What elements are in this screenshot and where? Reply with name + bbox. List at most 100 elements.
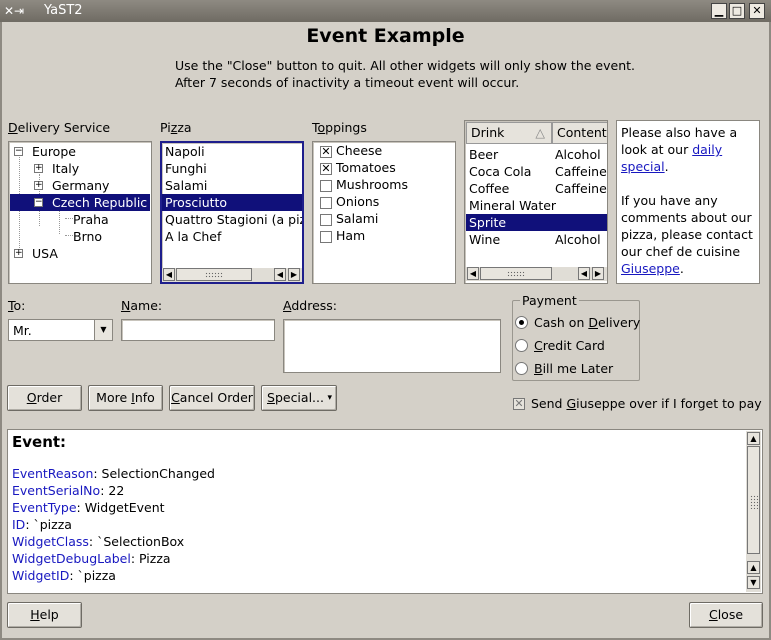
table-cell[interactable]: Caffeine [555, 180, 607, 197]
event-field: WidgetID: `pizza [12, 568, 116, 583]
checkbox-icon[interactable] [320, 197, 332, 209]
event-output: Event: EventReason: SelectionChanged Eve… [7, 429, 763, 594]
tree-item-brno[interactable]: Brno [73, 228, 102, 245]
window-menu-icon[interactable]: ✕⇥ [4, 2, 40, 20]
table-cell[interactable]: Mineral Water [469, 197, 556, 214]
collapse-icon[interactable]: − [34, 198, 43, 207]
scroll-left-icon[interactable]: ◀ [578, 267, 590, 280]
checkbox-checked-icon[interactable]: ✕ [320, 163, 332, 175]
radio-icon[interactable] [515, 362, 528, 375]
topping-label: Mushrooms [336, 177, 408, 192]
description-line-1: Use the "Close" button to quit. All othe… [175, 58, 635, 73]
name-label: Name: [121, 298, 163, 313]
collapse-icon[interactable]: − [14, 147, 23, 156]
topping-label: Cheese [336, 143, 383, 158]
checkbox-icon[interactable] [320, 180, 332, 192]
topping-label: Onions [336, 194, 380, 209]
checkbox-label: Send Giuseppe over if I forget to pay [531, 396, 762, 411]
tree-item-czech-republic[interactable]: − Czech Republic [10, 194, 150, 211]
tree-item-italy[interactable]: Italy [52, 160, 79, 177]
list-item[interactable]: Funghi [165, 160, 207, 177]
dropdown-arrow-icon[interactable]: ▼ [94, 320, 112, 340]
scroll-down-icon[interactable]: ▼ [747, 576, 760, 589]
scroll-right-icon[interactable]: ▶ [592, 267, 604, 280]
order-button[interactable]: Order [7, 385, 82, 411]
checkbox-checked-icon[interactable]: ✕ [320, 146, 332, 158]
name-input[interactable] [121, 319, 275, 341]
list-item[interactable]: Quattro Stagioni (a pizza [165, 211, 302, 228]
to-value: Mr. [13, 323, 32, 338]
table-cell[interactable]: Beer [469, 146, 498, 163]
drinks-table[interactable]: Drink △ Contents Beer Alcohol Coca Cola … [464, 120, 608, 284]
more-info-button[interactable]: More Info [88, 385, 163, 411]
tree-item-usa[interactable]: USA [32, 245, 58, 262]
list-item-selected[interactable]: Prosciutto [162, 194, 302, 211]
scrollbar-thumb[interactable] [480, 267, 552, 280]
list-item[interactable]: A la Chef [165, 228, 221, 245]
checkbox-icon[interactable] [320, 214, 332, 226]
delivery-tree[interactable]: − Europe + Italy + Germany − Czech Repub… [8, 141, 152, 284]
event-field: EventReason: SelectionChanged [12, 466, 215, 481]
info-richtext: Please also have a look at our daily spe… [616, 120, 760, 284]
scroll-up-icon[interactable]: ▲ [747, 432, 760, 445]
special-menu-button[interactable]: Special... ▾ [261, 385, 337, 411]
help-button[interactable]: Help [7, 602, 82, 628]
table-cell[interactable]: Coffee [469, 180, 509, 197]
description-line-2: After 7 seconds of inactivity a timeout … [175, 75, 520, 90]
tree-item-europe[interactable]: Europe [32, 143, 76, 160]
expand-icon[interactable]: + [14, 249, 23, 258]
scrollbar-thumb[interactable] [176, 268, 252, 281]
event-field: WidgetDebugLabel: Pizza [12, 551, 171, 566]
tree-item-label: Czech Republic [52, 195, 148, 210]
scroll-up-icon[interactable]: ▲ [747, 561, 760, 574]
close-window-button[interactable]: ✕ [749, 3, 765, 19]
event-field: EventSerialNo: 22 [12, 483, 125, 498]
minimize-button[interactable]: ▁ [711, 3, 727, 19]
menu-arrow-icon: ▾ [327, 393, 332, 403]
list-item[interactable]: Napoli [165, 143, 205, 160]
table-cell[interactable]: Alcohol [555, 231, 601, 248]
scroll-left-icon[interactable]: ◀ [163, 268, 175, 281]
table-cell[interactable]: Coca Cola [469, 163, 531, 180]
to-label: To: [8, 298, 26, 313]
drinks-horizontal-scrollbar[interactable]: ◀ ◀ ▶ [466, 267, 607, 281]
page-title: Event Example [306, 25, 465, 47]
radio-icon[interactable] [515, 339, 528, 352]
table-row-selected[interactable]: Sprite [466, 214, 607, 231]
scroll-right-icon[interactable]: ▶ [288, 268, 300, 281]
checkbox-icon[interactable] [320, 231, 332, 243]
window-title: YaST2 [44, 3, 83, 18]
tree-item-germany[interactable]: Germany [52, 177, 109, 194]
event-field: EventType: WidgetEvent [12, 500, 165, 515]
close-button[interactable]: Close [689, 602, 763, 628]
table-cell[interactable]: Alcohol [555, 146, 601, 163]
pizza-label: Pizza [160, 120, 192, 135]
list-item[interactable]: Salami [165, 177, 207, 194]
expand-icon[interactable]: + [34, 164, 43, 173]
giuseppe-link[interactable]: Giuseppe [621, 261, 680, 276]
checkbox-checked-icon[interactable]: ✕ [513, 398, 525, 410]
cancel-order-button[interactable]: Cancel Order [169, 385, 255, 411]
radio-selected-icon[interactable] [515, 316, 528, 329]
expand-icon[interactable]: + [34, 181, 43, 190]
radio-label: Bill me Later [534, 361, 614, 376]
maximize-button[interactable]: □ [729, 3, 745, 19]
to-combobox[interactable]: Mr. ▼ [8, 319, 113, 341]
pizza-horizontal-scrollbar[interactable]: ◀ ◀ ▶ [162, 268, 302, 282]
column-header-drink[interactable]: Drink △ [466, 122, 552, 144]
scrollbar-thumb[interactable] [747, 446, 760, 554]
tree-item-praha[interactable]: Praha [73, 211, 109, 228]
scroll-left-icon[interactable]: ◀ [274, 268, 286, 281]
toppings-list[interactable]: ✕ Cheese ✕ Tomatoes Mushrooms Onions Salam… [312, 141, 456, 284]
column-header-contents[interactable]: Contents [552, 122, 607, 144]
event-field: ID: `pizza [12, 517, 72, 532]
address-textarea[interactable] [283, 319, 501, 373]
event-vertical-scrollbar[interactable]: ▲ ▲ ▼ [746, 431, 761, 592]
event-title: Event: [12, 433, 67, 451]
pizza-list[interactable]: Napoli Funghi Salami Prosciutto Quattro … [160, 141, 304, 284]
table-cell[interactable]: Wine [469, 231, 500, 248]
table-cell[interactable]: Caffeine [555, 163, 607, 180]
scroll-left-icon[interactable]: ◀ [467, 267, 479, 280]
info-paragraph-1: Please also have a look at our daily spe… [621, 125, 738, 174]
delivery-service-label: Delivery Service [8, 120, 111, 135]
